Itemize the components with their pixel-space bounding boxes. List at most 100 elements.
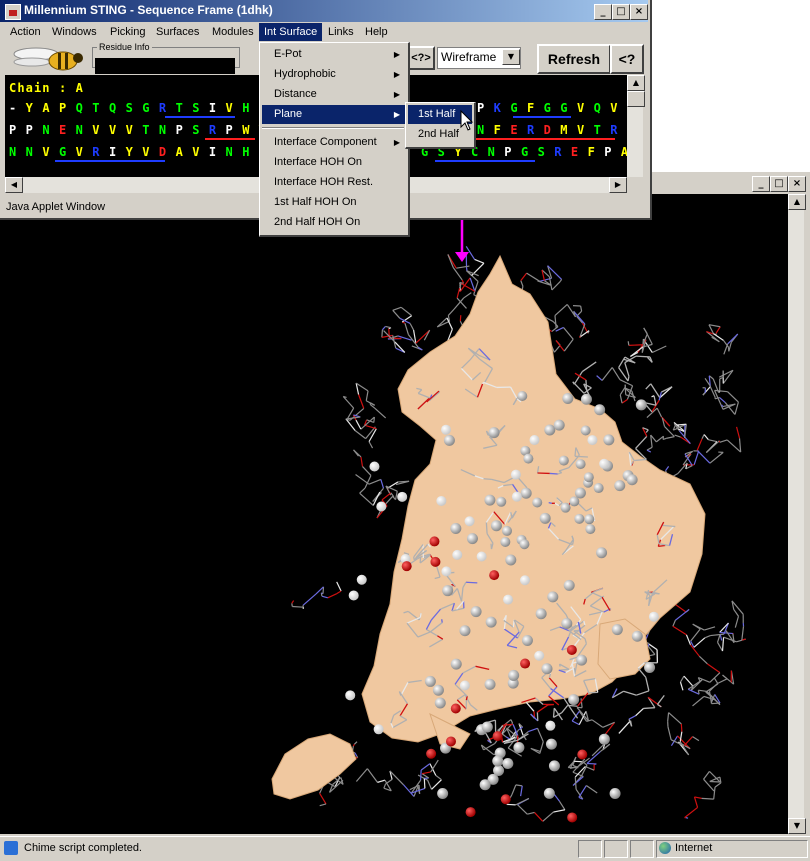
menu-action[interactable]: Action [5, 23, 46, 41]
residue-letter[interactable]: V [92, 123, 109, 137]
residue-letter[interactable]: N [477, 123, 494, 137]
residue-letter[interactable]: T [594, 123, 611, 137]
residue-letter[interactable]: F [588, 145, 605, 159]
residue-letter[interactable]: P [9, 123, 26, 137]
residue-letter[interactable]: W [242, 123, 259, 137]
menu-item-plane[interactable]: Plane▶ [262, 105, 406, 124]
sequence-titlebar[interactable]: Millennium STING - Sequence Frame (1dhk)… [0, 0, 648, 22]
scroll-right-icon[interactable]: ▶ [609, 177, 627, 193]
scroll-up-icon[interactable]: ▲ [788, 194, 806, 210]
minimize-icon[interactable]: _ [752, 176, 770, 192]
menu-surfaces[interactable]: Surfaces [151, 23, 204, 41]
residue-letter[interactable]: V [126, 123, 143, 137]
sequence-row-right[interactable]: N F E R D M V T R C [477, 123, 627, 137]
menu-windows[interactable]: Windows [47, 23, 102, 41]
residue-letter[interactable]: R [159, 101, 176, 115]
residue-letter[interactable]: N [488, 145, 505, 159]
residue-letter[interactable]: R [209, 123, 226, 137]
menu-int-surface[interactable]: Int Surface [259, 23, 322, 41]
residue-letter[interactable]: A [176, 145, 193, 159]
residue-letter[interactable]: T [92, 101, 109, 115]
residue-letter[interactable]: R [527, 123, 544, 137]
picker-button[interactable]: <?> [407, 46, 435, 70]
residue-letter[interactable]: R [610, 123, 627, 137]
residue-letter[interactable]: - [9, 101, 26, 115]
residue-letter[interactable]: V [226, 101, 243, 115]
residue-letter[interactable]: N [159, 123, 176, 137]
menu-item-distance[interactable]: Distance▶ [262, 85, 406, 104]
residue-letter[interactable]: Q [109, 101, 126, 115]
residue-letter[interactable]: N [226, 145, 243, 159]
residue-letter[interactable]: S [538, 145, 555, 159]
residue-letter[interactable]: V [610, 101, 627, 115]
close-icon[interactable]: × [630, 4, 648, 20]
residue-letter[interactable]: G [510, 101, 527, 115]
menu-links[interactable]: Links [323, 23, 359, 41]
residue-letter[interactable]: T [142, 123, 159, 137]
menu-picking[interactable]: Picking [105, 23, 150, 41]
residue-letter[interactable]: N [42, 123, 59, 137]
residue-letter[interactable]: D [159, 145, 176, 159]
residue-letter[interactable]: V [577, 101, 594, 115]
residue-letter[interactable]: P [176, 123, 193, 137]
residue-letter[interactable]: V [42, 145, 59, 159]
residue-letter[interactable]: P [504, 145, 521, 159]
residue-letter[interactable]: A [42, 101, 59, 115]
residue-letter[interactable]: S [192, 123, 209, 137]
residue-letter[interactable]: R [92, 145, 109, 159]
residue-letter[interactable]: S [126, 101, 143, 115]
menu-item-e-pot[interactable]: E-Pot▶ [262, 45, 406, 64]
close-icon[interactable]: × [788, 176, 806, 192]
residue-letter[interactable]: E [571, 145, 588, 159]
residue-letter[interactable]: P [477, 101, 494, 115]
residue-letter[interactable]: G [59, 145, 76, 159]
residue-letter[interactable]: I [109, 145, 126, 159]
residue-letter[interactable]: Q [594, 101, 611, 115]
residue-letter[interactable]: G [560, 101, 577, 115]
refresh-button[interactable]: Refresh [537, 44, 611, 74]
menu-item-2nd-half-hoh-on[interactable]: 2nd Half HOH On [262, 213, 406, 232]
menu-item-hydrophobic[interactable]: Hydrophobic▶ [262, 65, 406, 84]
chevron-down-icon[interactable]: ▼ [502, 49, 520, 65]
residue-letter[interactable]: Q [76, 101, 93, 115]
residue-letter[interactable]: H [242, 145, 259, 159]
sequence-row-right[interactable]: P K G F G G V Q V S [477, 101, 627, 115]
residue-letter[interactable]: G [521, 145, 538, 159]
menu-modules[interactable]: Modules [207, 23, 259, 41]
molecule-canvas[interactable] [0, 194, 788, 834]
help-button[interactable]: <? [610, 44, 644, 74]
menu-help[interactable]: Help [360, 23, 393, 41]
residue-letter[interactable]: N [76, 123, 93, 137]
residue-letter[interactable]: E [59, 123, 76, 137]
residue-letter[interactable]: V [192, 145, 209, 159]
maximize-icon[interactable]: □ [612, 4, 630, 20]
scroll-thumb[interactable] [627, 91, 645, 107]
residue-letter[interactable]: T [176, 101, 193, 115]
render-mode-select[interactable]: Wireframe ▼ [437, 47, 521, 69]
residue-letter[interactable]: I [209, 145, 226, 159]
residue-letter[interactable]: E [510, 123, 527, 137]
maximize-icon[interactable]: □ [770, 176, 788, 192]
residue-letter[interactable]: R [554, 145, 571, 159]
residue-letter[interactable]: V [577, 123, 594, 137]
residue-letter[interactable]: V [76, 145, 93, 159]
menu-item-interface-hoh-rest[interactable]: Interface HOH Rest. [262, 173, 406, 192]
residue-letter[interactable]: S [192, 101, 209, 115]
residue-letter[interactable]: G [544, 101, 561, 115]
scroll-up-icon[interactable]: ▲ [627, 75, 645, 91]
residue-letter[interactable]: V [142, 145, 159, 159]
residue-letter[interactable]: K [494, 101, 511, 115]
scroll-down-icon[interactable]: ▼ [788, 818, 806, 834]
residue-letter[interactable]: P [26, 123, 43, 137]
residue-letter[interactable]: N [26, 145, 43, 159]
residue-letter[interactable]: D [544, 123, 561, 137]
residue-letter[interactable]: P [226, 123, 243, 137]
residue-letter[interactable]: V [109, 123, 126, 137]
residue-letter[interactable]: H [242, 101, 259, 115]
residue-letter[interactable]: Y [126, 145, 143, 159]
residue-letter[interactable]: M [560, 123, 577, 137]
residue-letter[interactable]: Y [26, 101, 43, 115]
sequence-vscroll[interactable]: ▲ [627, 75, 643, 177]
residue-letter[interactable]: F [527, 101, 544, 115]
menu-item-interface-hoh-on[interactable]: Interface HOH On [262, 153, 406, 172]
